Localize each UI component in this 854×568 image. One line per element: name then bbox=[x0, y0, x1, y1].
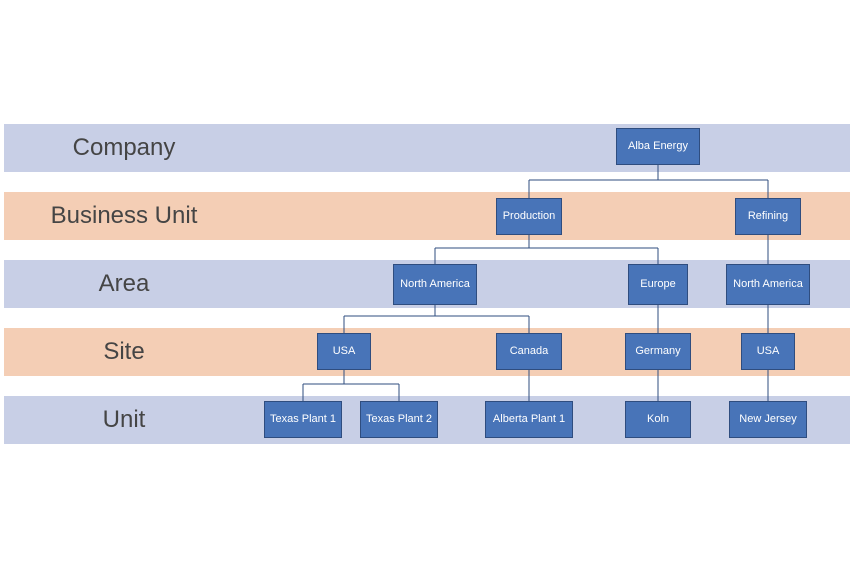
node-unit-new-jersey: New Jersey bbox=[729, 401, 807, 438]
level-band-site: Site bbox=[4, 328, 850, 376]
level-label-site: Site bbox=[4, 328, 244, 376]
node-unit-texas-plant-2: Texas Plant 2 bbox=[360, 401, 438, 438]
node-bu-production: Production bbox=[496, 198, 562, 235]
level-label-business-unit: Business Unit bbox=[4, 192, 244, 240]
node-area-production-europe: Europe bbox=[628, 264, 688, 305]
hierarchy-diagram: Company Business Unit Area Site Unit bbox=[0, 0, 854, 568]
node-area-production-north-america: North America bbox=[393, 264, 477, 305]
node-company-alba-energy: Alba Energy bbox=[616, 128, 700, 165]
level-label-company: Company bbox=[4, 124, 244, 172]
node-site-canada: Canada bbox=[496, 333, 562, 370]
node-site-usa-refining: USA bbox=[741, 333, 795, 370]
node-area-refining-north-america: North America bbox=[726, 264, 810, 305]
level-band-business-unit: Business Unit bbox=[4, 192, 850, 240]
node-unit-alberta-plant-1: Alberta Plant 1 bbox=[485, 401, 573, 438]
level-label-unit: Unit bbox=[4, 396, 244, 444]
node-unit-koln: Koln bbox=[625, 401, 691, 438]
node-bu-refining: Refining bbox=[735, 198, 801, 235]
node-site-germany: Germany bbox=[625, 333, 691, 370]
level-band-company: Company bbox=[4, 124, 850, 172]
level-label-area: Area bbox=[4, 260, 244, 308]
node-unit-texas-plant-1: Texas Plant 1 bbox=[264, 401, 342, 438]
node-site-usa-production: USA bbox=[317, 333, 371, 370]
